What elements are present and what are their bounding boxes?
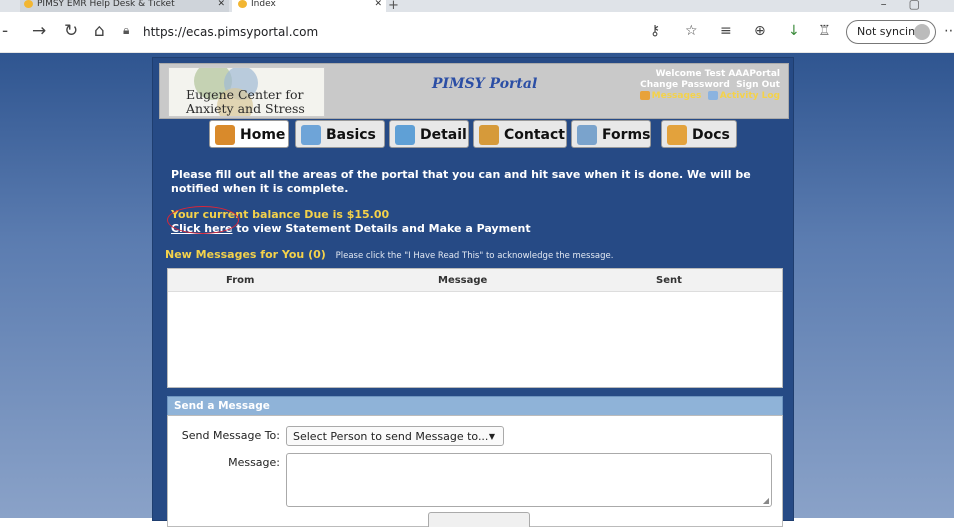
messages-link[interactable]: Messages xyxy=(652,91,702,101)
tab-favicon-icon xyxy=(238,0,247,8)
tab-docs[interactable]: Docs xyxy=(661,120,737,148)
send-button[interactable] xyxy=(428,512,530,527)
column-from[interactable]: From xyxy=(226,275,254,286)
refresh-icon[interactable]: ↻ xyxy=(64,22,78,40)
sync-button[interactable]: Not syncing xyxy=(846,20,936,44)
tab-detail[interactable]: Detail xyxy=(389,120,469,148)
messages-hint: Please click the "I Have Read This" to a… xyxy=(335,251,614,261)
extensions-icon[interactable]: ♖ xyxy=(818,23,831,39)
favorite-star-icon[interactable]: ☆ xyxy=(685,23,698,39)
recipient-select-value: Select Person to send Message to... xyxy=(293,430,489,443)
detail-icon xyxy=(395,125,415,145)
messages-table: From Message Sent xyxy=(167,268,783,388)
browser-tab-helpdesk[interactable]: PIMSY EMR Help Desk & Ticket ✕ xyxy=(20,0,229,12)
portal-frame: Eugene Center for Anxiety and Stress PIM… xyxy=(152,57,794,527)
activity-log-link[interactable]: Activity Log xyxy=(720,91,780,101)
downloads-icon[interactable]: ↓ xyxy=(788,23,800,39)
send-to-label: Send Message To: xyxy=(181,429,280,442)
favorites-list-icon[interactable]: ≡ xyxy=(720,23,732,39)
logo-line-2: Anxiety and Stress xyxy=(186,101,305,116)
tab-title: PIMSY EMR Help Desk & Ticket xyxy=(37,0,175,9)
message-label: Message: xyxy=(228,456,280,469)
page-background: Eugene Center for Anxiety and Stress PIM… xyxy=(0,53,954,527)
column-sent[interactable]: Sent xyxy=(656,275,682,286)
window-controls[interactable]: –▢ xyxy=(881,0,942,11)
message-textarea[interactable]: ◢ xyxy=(286,453,772,507)
clinic-logo: Eugene Center for Anxiety and Stress xyxy=(168,67,325,117)
resize-grip-icon[interactable]: ◢ xyxy=(763,496,769,505)
home-icon[interactable]: ⌂ xyxy=(94,22,105,40)
highlight-circle xyxy=(167,206,239,234)
close-tab-icon[interactable]: ✕ xyxy=(217,0,225,9)
browser-tab-index[interactable]: Index ✕ xyxy=(232,0,386,12)
browser-tab-strip: PIMSY EMR Help Desk & Ticket ✕ Index ✕ +… xyxy=(0,0,954,12)
tab-label: Home xyxy=(240,127,286,143)
collections-icon[interactable]: ⊕ xyxy=(754,23,766,39)
docs-icon xyxy=(667,125,687,145)
url-field[interactable]: https://ecas.pimsyportal.com xyxy=(143,25,318,39)
tab-contact[interactable]: Contact xyxy=(473,120,567,148)
portal-title: PIMSY Portal xyxy=(432,76,538,92)
home-content: Please fill out all the areas of the por… xyxy=(159,156,787,527)
tab-label: Basics xyxy=(326,127,376,143)
tab-title: Index xyxy=(251,0,276,9)
sign-out-link[interactable]: Sign Out xyxy=(736,80,780,90)
contact-icon xyxy=(479,125,499,145)
tab-home[interactable]: Home xyxy=(209,120,289,148)
sync-label: Not syncing xyxy=(857,25,923,38)
new-messages-heading: New Messages for You (0) Please click th… xyxy=(165,248,613,261)
send-message-panel: Send Message To: Select Person to send M… xyxy=(167,415,783,527)
tab-label: Forms xyxy=(602,127,651,143)
address-bar-row: - → ↻ ⌂ 🔒︎ https://ecas.pimsyportal.com … xyxy=(0,12,954,53)
new-tab-button[interactable]: + xyxy=(388,0,399,12)
activity-log-icon xyxy=(707,91,718,100)
more-menu-icon[interactable]: ⋯ xyxy=(944,23,954,39)
recipient-select[interactable]: Select Person to send Message to... ▼ xyxy=(286,426,504,446)
column-message[interactable]: Message xyxy=(438,275,487,286)
tab-basics[interactable]: Basics xyxy=(295,120,385,148)
back-arrow-icon[interactable]: - xyxy=(2,22,8,40)
forward-arrow-icon[interactable]: → xyxy=(32,22,46,40)
logo-line-1: Eugene Center for xyxy=(186,87,304,102)
welcome-text: Welcome Test AAAPortal xyxy=(655,69,780,79)
send-message-header[interactable]: Send a Message xyxy=(167,396,783,416)
close-tab-icon[interactable]: ✕ xyxy=(374,0,382,9)
intro-text: Please fill out all the areas of the por… xyxy=(171,168,751,195)
payment-text: to view Statement Details and Make a Pay… xyxy=(232,222,531,235)
lock-icon[interactable]: 🔒︎ xyxy=(123,23,129,38)
key-icon[interactable]: ⚷ xyxy=(650,23,660,39)
send-message-title: Send a Message xyxy=(174,400,270,412)
basics-icon xyxy=(301,125,321,145)
tab-forms[interactable]: Forms xyxy=(571,120,651,148)
avatar xyxy=(914,24,930,40)
tab-favicon-icon xyxy=(24,0,33,8)
portal-header: Eugene Center for Anxiety and Stress PIM… xyxy=(159,63,789,119)
table-header: From Message Sent xyxy=(168,269,782,292)
new-messages-title: New Messages for You (0) xyxy=(165,248,326,261)
forms-icon xyxy=(577,125,597,145)
user-box: Welcome Test AAAPortal Change Password S… xyxy=(639,69,780,102)
tab-label: Docs xyxy=(692,127,730,143)
home-icon xyxy=(215,125,235,145)
messages-icon xyxy=(639,91,650,100)
chevron-down-icon: ▼ xyxy=(488,432,495,441)
change-password-link[interactable]: Change Password xyxy=(640,80,730,90)
tab-label: Detail xyxy=(420,127,467,143)
tab-label: Contact xyxy=(504,127,565,143)
